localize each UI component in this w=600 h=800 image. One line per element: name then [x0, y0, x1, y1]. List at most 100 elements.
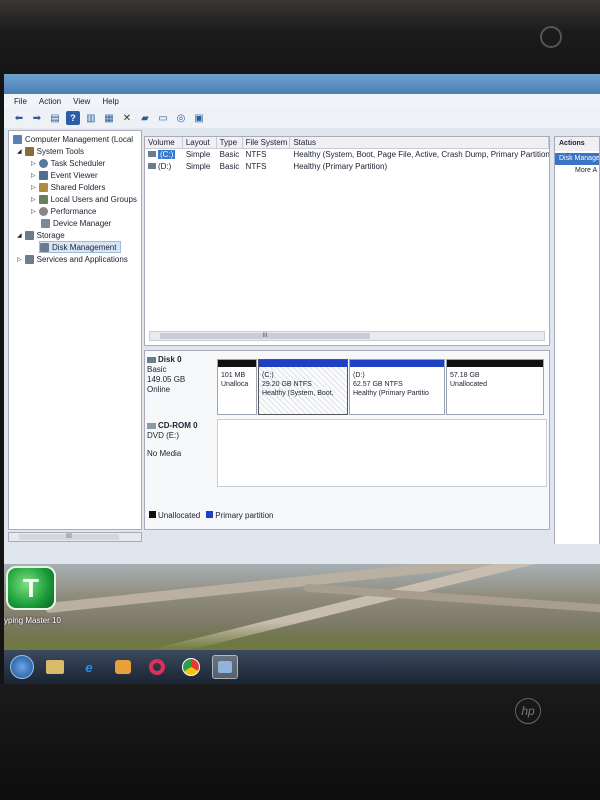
laptop-bezel-bottom: hp	[0, 684, 600, 800]
computer-icon	[13, 134, 22, 144]
tree-item-label: Services and Applications	[36, 254, 128, 264]
legend-swatch	[206, 511, 214, 518]
partition-unallocated-large[interactable]: 57.18 GB Unallocated	[446, 359, 544, 415]
tree-item-event-viewer[interactable]: ▷ Event Viewer	[31, 169, 98, 181]
menu-view[interactable]: View	[73, 97, 90, 106]
tree-horizontal-scrollbar[interactable]: III	[8, 532, 142, 542]
computer-management-icon[interactable]	[212, 655, 238, 679]
actions-section-disk-management[interactable]: Disk Manage	[555, 153, 599, 165]
cdrom-media: No Media	[147, 449, 182, 458]
cdrom-name: CD-ROM 0	[158, 421, 198, 430]
partition-size: 101 MB	[221, 372, 246, 379]
table-row[interactable]: (D:) Simple Basic NTFS Healthy (Primary …	[145, 161, 549, 173]
delete-icon[interactable]: ✕	[120, 111, 134, 125]
tree-item-label: Storage	[36, 230, 65, 240]
partition-unallocated-small[interactable]: 101 MB Unalloca	[217, 359, 257, 415]
cdrom-info[interactable]: CD-ROM 0 DVD (E:) No Media	[147, 421, 217, 459]
scrollbar-thumb[interactable]: III	[160, 333, 370, 339]
tree-item-performance[interactable]: ▷ Performance	[31, 205, 96, 217]
column-status[interactable]: Status	[290, 137, 549, 148]
collapse-arrow-icon[interactable]: ◢	[17, 148, 22, 155]
event-viewer-icon	[38, 170, 48, 180]
windows-start-icon[interactable]	[10, 655, 34, 679]
cdrom-volume-area[interactable]	[217, 419, 547, 487]
tree-item-shared-folders[interactable]: ▷ Shared Folders	[31, 181, 105, 193]
menu-help[interactable]: Help	[102, 97, 118, 106]
column-file-system[interactable]: File System	[243, 137, 291, 148]
show-hide-action-pane-icon[interactable]: ▥	[84, 111, 98, 125]
media-player-icon[interactable]	[110, 655, 136, 679]
disk-icon	[147, 357, 156, 363]
expand-arrow-icon[interactable]: ▷	[31, 208, 36, 215]
grass	[4, 622, 600, 650]
menu-action[interactable]: Action	[39, 97, 61, 106]
column-volume[interactable]: Volume	[145, 137, 183, 148]
partition-band	[218, 360, 256, 367]
back-arrow-icon[interactable]: ⬅	[12, 111, 26, 125]
tree-item-disk-management[interactable]: Disk Management	[39, 241, 122, 253]
tree-item-computer-management[interactable]: Computer Management (Local	[13, 133, 133, 145]
desktop-wallpaper: T yping Master 10	[4, 564, 600, 650]
legend: Unallocated Primary partition	[149, 511, 274, 520]
list-icon[interactable]: ▣	[192, 111, 206, 125]
partition-size: 57.18 GB	[450, 372, 480, 379]
typing-master-label[interactable]: yping Master 10	[4, 616, 61, 625]
properties-icon[interactable]: ▦	[102, 111, 116, 125]
volume-list-horizontal-scrollbar[interactable]: III	[149, 331, 545, 341]
partition-d[interactable]: (D:) 62.57 GB NTFS Healthy (Primary Partit…	[349, 359, 445, 415]
navigation-tree: Computer Management (Local ◢ System Tool…	[8, 130, 142, 530]
internet-explorer-icon[interactable]: e	[76, 655, 102, 679]
volume-name: (C:)	[158, 150, 176, 159]
volume-list-header: Volume Layout Type File System Status	[145, 137, 549, 149]
volume-layout: Simple	[185, 162, 211, 171]
show-hide-tree-icon[interactable]: ▤	[48, 111, 62, 125]
help-icon[interactable]: ?	[66, 111, 80, 125]
volume-layout: Simple	[185, 150, 211, 159]
services-icon	[24, 254, 34, 264]
column-layout[interactable]: Layout	[183, 137, 217, 148]
tree-item-device-manager[interactable]: Device Manager	[41, 217, 111, 229]
legend-swatch	[149, 511, 156, 518]
legend-label: Primary partition	[215, 511, 274, 520]
tree-item-services-applications[interactable]: ▷ Services and Applications	[17, 253, 128, 265]
opera-icon[interactable]	[144, 655, 170, 679]
volume-icon	[148, 151, 156, 157]
volume-type: Basic	[219, 162, 240, 171]
search-icon[interactable]: ◎	[174, 111, 188, 125]
tree-item-label: Computer Management (Local	[25, 134, 134, 144]
partition-status: Healthy (System, Boot,	[262, 390, 334, 397]
typing-master-icon[interactable]: T	[6, 566, 56, 610]
expand-arrow-icon[interactable]: ▷	[31, 184, 36, 191]
column-type[interactable]: Type	[217, 137, 243, 148]
more-actions-item[interactable]: More A	[555, 165, 599, 177]
tree-item-local-users[interactable]: ▷ Local Users and Groups	[31, 193, 137, 205]
scrollbar-thumb[interactable]: III	[19, 533, 119, 540]
open-folder-icon[interactable]: ▰	[138, 111, 152, 125]
table-row[interactable]: (C:) Simple Basic NTFS Healthy (System, …	[145, 149, 549, 161]
volume-status: Healthy (Primary Partition)	[293, 162, 388, 171]
folder-icon[interactable]: ▭	[156, 111, 170, 125]
expand-arrow-icon[interactable]: ▷	[31, 172, 36, 179]
expand-arrow-icon[interactable]: ▷	[17, 256, 22, 263]
menu-file[interactable]: File	[14, 97, 27, 106]
collapse-arrow-icon[interactable]: ◢	[17, 232, 22, 239]
partition-band	[447, 360, 543, 367]
tree-item-label: Device Manager	[53, 218, 112, 228]
partition-c[interactable]: (C:) 29.20 GB NTFS Healthy (System, Boot,	[258, 359, 348, 415]
screen: File Action View Help ⬅ ➡ ▤ ? ▥ ▦ ✕ ▰ ▭ …	[4, 74, 600, 684]
volume-name: (D:)	[158, 162, 172, 171]
tree-item-task-scheduler[interactable]: ▷ Task Scheduler	[31, 157, 105, 169]
tree-item-system-tools[interactable]: ◢ System Tools	[17, 145, 84, 157]
forward-arrow-icon[interactable]: ➡	[30, 111, 44, 125]
computer-management-window: File Action View Help ⬅ ➡ ▤ ? ▥ ▦ ✕ ▰ ▭ …	[4, 74, 600, 564]
tree-item-storage[interactable]: ◢ Storage	[17, 229, 65, 241]
expand-arrow-icon[interactable]: ▷	[31, 160, 36, 167]
partition-size: 29.20 GB NTFS	[262, 381, 312, 388]
windows-explorer-icon[interactable]	[42, 655, 68, 679]
partition-title: (C:)	[262, 372, 274, 379]
expand-arrow-icon[interactable]: ▷	[31, 196, 36, 203]
partition-status: Unallocated	[450, 381, 487, 388]
disk0-info[interactable]: Disk 0 Basic 149.05 GB Online	[147, 355, 217, 395]
toolbar: ⬅ ➡ ▤ ? ▥ ▦ ✕ ▰ ▭ ◎ ▣	[4, 108, 600, 128]
chrome-icon[interactable]	[178, 655, 204, 679]
